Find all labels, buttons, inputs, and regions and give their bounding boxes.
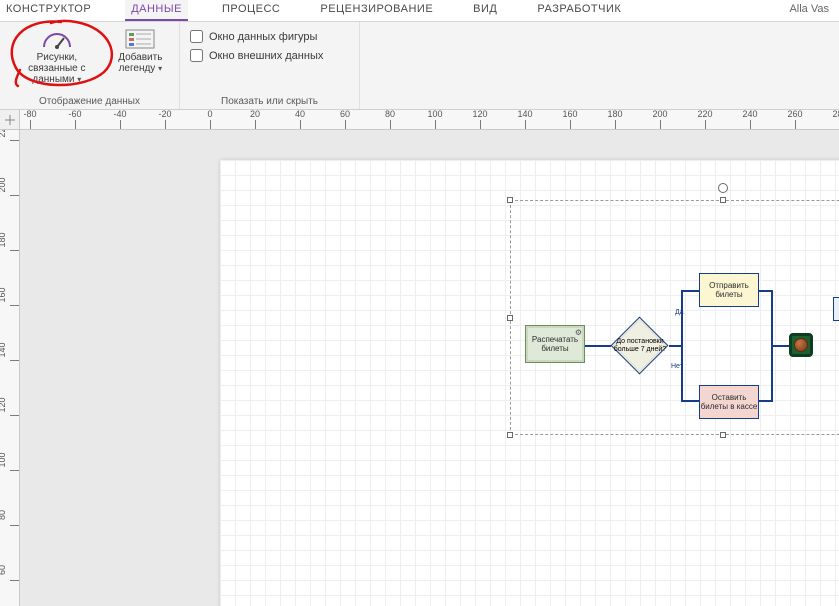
ruler-mark: 120: [0, 395, 7, 415]
horizontal-ruler[interactable]: -80 -60 -40 -20 0 20 40 60 80 100 120 140 160 180 200 2…: [20, 110, 839, 130]
tab-developer[interactable]: РАЗРАБОТЧИК: [531, 0, 627, 19]
tab-konstruktor[interactable]: КОНСТРУКТОР: [0, 0, 97, 19]
ruler-mark: 240: [742, 110, 757, 119]
ruler-mark: -40: [113, 110, 126, 119]
vertical-ruler[interactable]: 220 200 180 160 140 120 100 80 60: [0, 130, 20, 606]
group-title-display: Отображение данных: [39, 96, 140, 107]
ruler-mark: 220: [697, 110, 712, 119]
rotation-handle[interactable]: [718, 183, 728, 193]
resize-handle-n[interactable]: [720, 197, 726, 203]
ruler-mark: 200: [0, 175, 7, 195]
shape-process-print[interactable]: ⚙ Распечатать билеты: [525, 325, 585, 363]
ruler-mark: 120: [472, 110, 487, 119]
gear-icon: ⚙: [575, 328, 582, 337]
shape-leave-tickets[interactable]: Оставить билеты в кассе: [699, 385, 759, 419]
btn-data-graphics[interactable]: Рисунки, связанные с данными ▾: [10, 26, 104, 87]
ruler-mark: 180: [607, 110, 622, 119]
connector: [771, 345, 789, 347]
ruler-mark: -20: [158, 110, 171, 119]
drawing-page[interactable]: Легенда Состояние Активно Завершено Неак…: [220, 160, 839, 606]
ruler-mark: 140: [517, 110, 532, 119]
connector: [585, 345, 611, 347]
ruler-mark: 0: [207, 110, 212, 119]
shape-send-tickets[interactable]: Отправить билеты: [699, 273, 759, 307]
resize-handle-s[interactable]: [720, 432, 726, 438]
shape-send-label: Отправить билеты: [700, 281, 758, 299]
terminator-icon: [794, 338, 808, 352]
chevron-down-icon: ▾: [158, 64, 162, 73]
chk-shape-data-window-box[interactable]: [190, 30, 203, 43]
resize-handle-w[interactable]: [507, 315, 513, 321]
ruler-mark: 260: [787, 110, 802, 119]
canvas[interactable]: Легенда Состояние Активно Завершено Неак…: [20, 130, 839, 606]
tab-process[interactable]: ПРОЦЕСС: [216, 0, 286, 19]
ruler-mark: 20: [250, 110, 260, 119]
tab-review[interactable]: РЕЦЕНЗИРОВАНИЕ: [314, 0, 439, 19]
ruler-mark: 100: [0, 450, 7, 470]
connector: [681, 290, 683, 347]
ruler-mark: 160: [0, 285, 7, 305]
tab-view[interactable]: ВИД: [467, 0, 503, 19]
ruler-mark: 180: [0, 230, 7, 250]
ruler-mark: 60: [0, 560, 7, 580]
ruler-mark: 60: [340, 110, 350, 119]
ruler-mark: 280: [832, 110, 839, 119]
group-title-showhide: Показать или скрыть: [221, 96, 318, 107]
ruler-mark: 100: [427, 110, 442, 119]
shape-terminator[interactable]: [789, 333, 813, 357]
shape-process-label: Распечатать билеты: [526, 335, 584, 353]
shape-done-label: Билеты обработаны: [834, 300, 839, 318]
connector: [681, 345, 683, 402]
ruler-mark: 40: [295, 110, 305, 119]
chk-shape-data-window[interactable]: Окно данных фигуры: [190, 30, 323, 43]
resize-handle-sw[interactable]: [507, 432, 513, 438]
legend-icon: [124, 28, 156, 50]
chevron-down-icon: ▾: [77, 75, 81, 84]
ruler-mark: 160: [562, 110, 577, 119]
user-name: Alla Vas: [789, 0, 839, 15]
ruler-mark: -60: [68, 110, 81, 119]
edge-label-no: Нет: [671, 363, 683, 370]
chk-external-data-window-box[interactable]: [190, 49, 203, 62]
ruler-mark: 80: [0, 505, 7, 525]
shape-decision-label: До постановки больше 7 дней?: [611, 338, 669, 354]
ribbon-tabs: КОНСТРУКТОР ДАННЫЕ ПРОЦЕСС РЕЦЕНЗИРОВАНИ…: [0, 0, 839, 22]
tab-dannye[interactable]: ДАННЫЕ: [125, 0, 188, 21]
chk-external-data-label: Окно внешних данных: [209, 50, 323, 62]
ruler-corner: [0, 110, 20, 130]
connector: [681, 290, 699, 292]
ruler-mark: -80: [23, 110, 36, 119]
ruler-mark: 200: [652, 110, 667, 119]
chk-external-data-window[interactable]: Окно внешних данных: [190, 49, 323, 62]
selection-container[interactable]: Легенда Состояние Активно Завершено Неак…: [510, 200, 839, 435]
connector: [771, 290, 773, 345]
shape-leave-label: Оставить билеты в кассе: [700, 393, 758, 411]
connector: [681, 400, 699, 402]
connector: [771, 345, 773, 402]
shape-tickets-done[interactable]: Билеты обработаны: [833, 297, 839, 321]
ruler-mark: 140: [0, 340, 7, 360]
resize-handle-nw[interactable]: [507, 197, 513, 203]
ruler-mark: 220: [0, 130, 7, 140]
shape-decision[interactable]: До постановки больше 7 дней?: [611, 317, 669, 375]
chk-shape-data-label: Окно данных фигуры: [209, 31, 317, 43]
ruler-mark: 80: [385, 110, 395, 119]
ribbon: Рисунки, связанные с данными ▾ Добавить …: [0, 22, 839, 110]
gauge-icon: [41, 28, 73, 50]
btn-add-legend-label: Добавить легенду: [118, 52, 162, 74]
edge-label-yes: Да: [675, 309, 684, 316]
btn-add-legend[interactable]: Добавить легенду ▾: [112, 26, 169, 87]
